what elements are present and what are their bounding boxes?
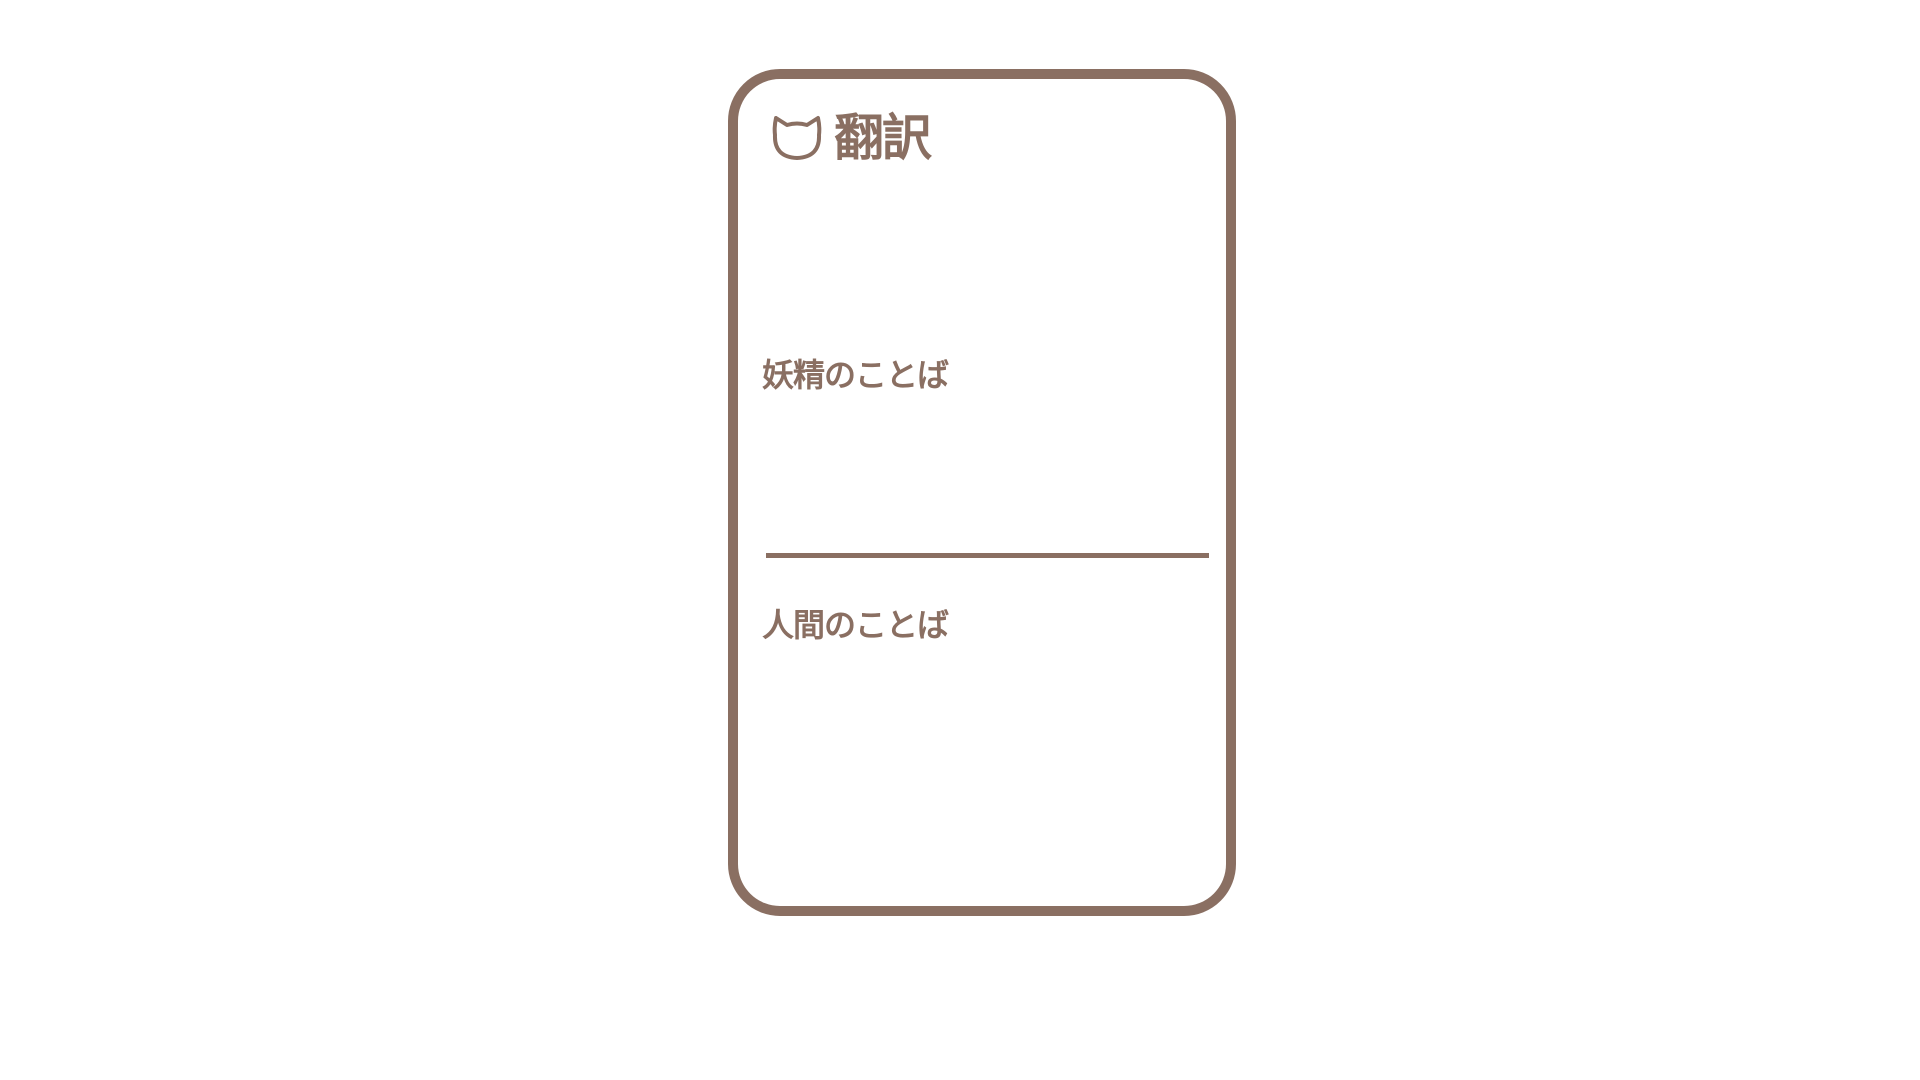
card-header: 翻訳 — [770, 109, 932, 167]
translation-card: 翻訳 妖精のことば 人間のことば — [728, 69, 1236, 916]
divider — [766, 553, 1209, 558]
cat-icon — [772, 116, 822, 160]
fairy-language-label: 妖精のことば — [762, 356, 949, 394]
human-language-label: 人間のことば — [762, 606, 949, 644]
human-language-output — [762, 659, 1202, 859]
card-title: 翻訳 — [834, 109, 932, 167]
fairy-language-input[interactable] — [762, 409, 1206, 553]
